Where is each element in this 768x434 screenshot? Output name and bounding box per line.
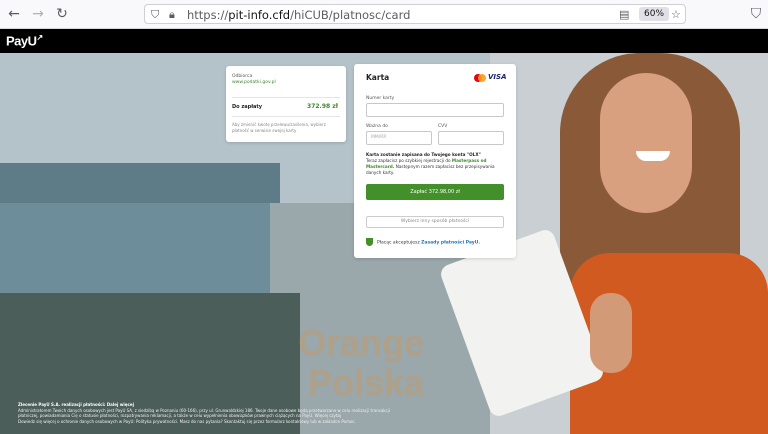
save-card-info: Karta zostanie zapisana do Twojego konta… <box>366 152 506 176</box>
url-prefix: https:// <box>187 8 229 22</box>
zoom-level[interactable]: 60% <box>639 7 670 21</box>
reader-view-icon[interactable]: ▤ <box>619 8 629 22</box>
watermark-line1: Orange <box>298 322 425 363</box>
summary-note: Aby zmienić kwotę przelewu/zasilenia, wy… <box>232 122 326 133</box>
recipient-value: www.podatki.gov.pl <box>232 80 276 85</box>
order-summary-card: Odbiorca www.podatki.gov.pl Do zapłaty 3… <box>226 66 346 142</box>
shield-icon <box>366 238 373 246</box>
payu-logo: PayU↗ <box>6 33 43 48</box>
footer-line-4: Dowiedz się więcej o ochronie danych oso… <box>18 418 356 424</box>
reload-icon[interactable]: ↻ <box>54 6 70 22</box>
watermark-line2: Polska <box>308 362 425 403</box>
form-title: Karta <box>366 73 390 82</box>
lock-icon[interactable]: 🔒︎ <box>169 8 175 22</box>
bg-building-glass <box>0 203 280 293</box>
cvv-input[interactable] <box>438 131 504 145</box>
url-host: pit-info.cfd <box>228 8 291 22</box>
back-icon[interactable]: ← <box>6 6 22 22</box>
payu-logo-text: PayU <box>6 33 37 49</box>
amount-value: 372.98 zł <box>307 103 338 110</box>
woman-smile <box>636 151 670 161</box>
browser-toolbar: ← → ↻ ⛉ 🔒︎ https://pit-info.cfd/hiCUB/pl… <box>0 0 768 29</box>
extensions-icon[interactable]: ⛉ <box>748 6 764 22</box>
payu-header: PayU↗ <box>0 29 768 53</box>
mastercard-icon <box>474 74 486 82</box>
terms-link[interactable]: Zasady płatności PayU. <box>421 241 480 246</box>
woman-face <box>600 73 692 213</box>
summary-divider <box>232 97 340 98</box>
address-bar[interactable]: ⛉ 🔒︎ https://pit-info.cfd/hiCUB/platnosc… <box>144 4 686 24</box>
save-card-info-text: Teraz zapłacisz po szybkiej rejestracji … <box>366 158 451 163</box>
payu-logo-mark: ↗ <box>36 33 44 42</box>
summary-divider-2 <box>232 116 340 117</box>
url-text[interactable]: https://pit-info.cfd/hiCUB/platnosc/card <box>187 8 410 22</box>
expiry-input[interactable]: MM/RR <box>366 131 432 145</box>
pay-button[interactable]: Zapłać 372.98,00 zł <box>366 184 504 200</box>
cvv-label: CVV <box>438 124 448 129</box>
amount-label: Do zapłaty <box>232 104 263 110</box>
footer-legal: Zlecenie PayU S.A. realizacji płatności:… <box>18 402 438 424</box>
terms-text: Płacąc akceptujesz <box>377 240 420 246</box>
other-payment-method-button[interactable]: Wybierz inny sposób płatności <box>366 216 504 228</box>
visa-logo: VISA <box>488 73 507 81</box>
card-number-input[interactable] <box>366 103 504 117</box>
mastercard-circle-orange <box>478 74 486 82</box>
url-path: /hiCUB/platnosc/card <box>290 8 411 22</box>
forward-icon[interactable]: → <box>30 6 46 22</box>
save-card-info-title: Karta zostanie zapisana do Twojego konta… <box>366 152 481 157</box>
card-payment-form: Karta VISA Numer karty Ważna do MM/RR CV… <box>354 64 516 258</box>
footer-line-1-text: Zlecenie PayU S.A. realizacji płatności:… <box>18 402 134 407</box>
terms-line: Płacąc akceptujesz Zasady płatności PayU… <box>366 238 480 246</box>
expiry-label: Ważna do <box>366 124 388 129</box>
card-number-label: Numer karty <box>366 96 395 101</box>
bookmark-star-icon[interactable]: ☆ <box>671 8 681 22</box>
shield-icon[interactable]: ⛉ <box>151 8 159 22</box>
woman-hand <box>590 293 632 373</box>
